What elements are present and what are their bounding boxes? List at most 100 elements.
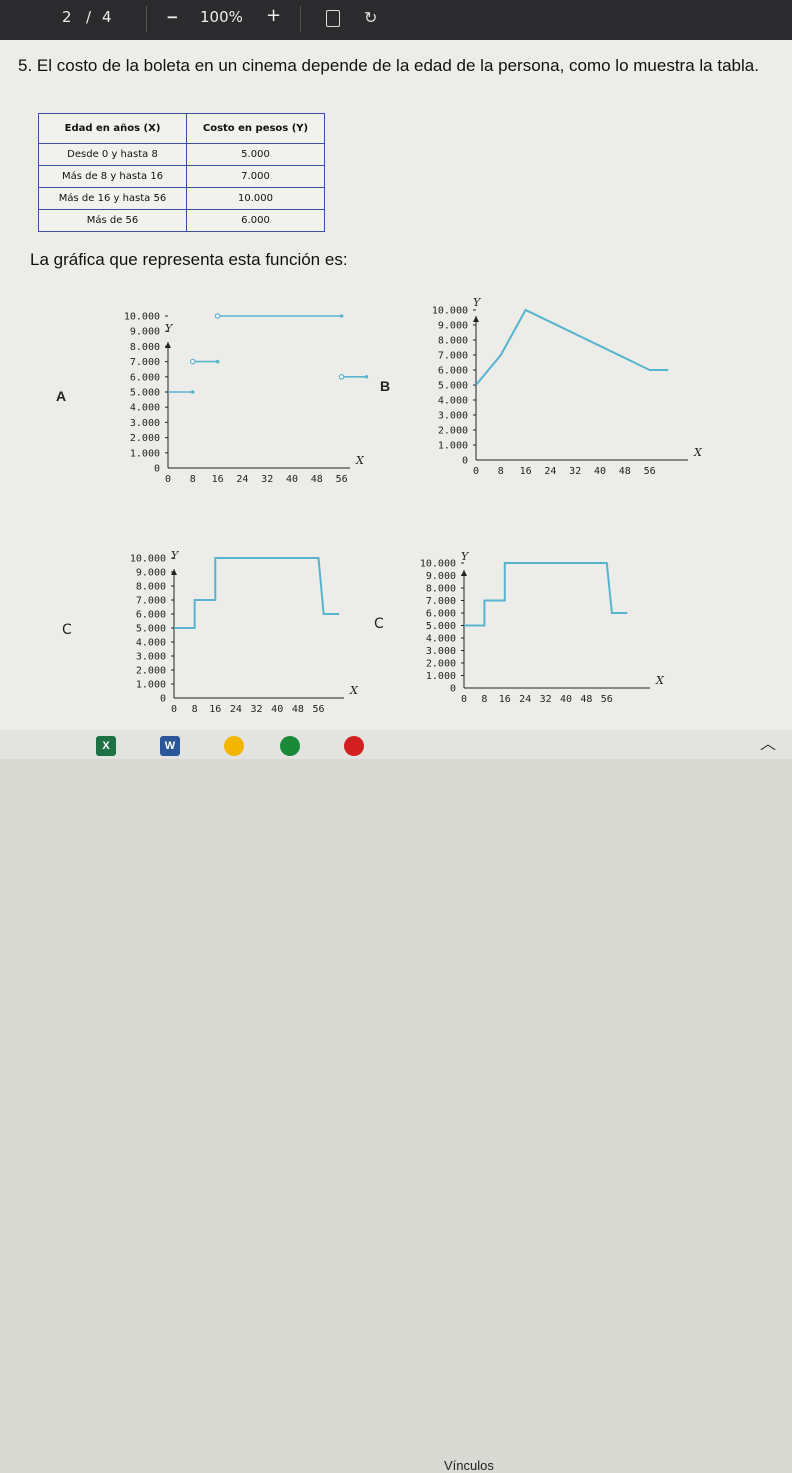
x-tick-label: 32 bbox=[540, 694, 552, 705]
y-tick-label: 8.000 bbox=[130, 342, 160, 353]
question-text: 5. El costo de la boleta en un cinema de… bbox=[18, 56, 759, 75]
x-tick-label: 32 bbox=[569, 466, 581, 477]
taskbar: X W Vínculos ︿ bbox=[0, 730, 792, 1473]
page-current[interactable]: 2 bbox=[62, 8, 72, 26]
x-tick-label: 40 bbox=[271, 704, 283, 715]
y-tick-label: 4.000 bbox=[426, 634, 456, 645]
x-tick-label: 16 bbox=[209, 704, 221, 715]
zoom-in-button[interactable]: + bbox=[266, 5, 281, 26]
x-tick-label: 8 bbox=[190, 474, 196, 485]
toolbar-divider bbox=[146, 6, 147, 32]
x-tick-label: 0 bbox=[165, 474, 171, 485]
x-tick-label: 0 bbox=[171, 704, 177, 715]
y-axis-label: Y bbox=[171, 549, 180, 562]
x-tick-label: 56 bbox=[312, 704, 324, 715]
y-axis-label: Y bbox=[473, 296, 482, 309]
y-tick-label: 1.000 bbox=[130, 448, 160, 459]
toolbar-divider bbox=[300, 6, 301, 32]
y-tick-label: 5.000 bbox=[438, 381, 468, 392]
series-line bbox=[464, 562, 628, 627]
zoom-out-button[interactable]: − bbox=[166, 8, 179, 26]
x-tick-label: 8 bbox=[192, 704, 198, 715]
y-tick-label: 2.000 bbox=[426, 659, 456, 670]
x-axis-label: X bbox=[355, 454, 365, 467]
option-c-label: C bbox=[62, 622, 72, 638]
x-tick-label: 8 bbox=[481, 694, 487, 705]
graph-option-a: X Y 0 1.000 2.000 3.000 4.000 5.000 6.000 7.000 8.… bbox=[124, 312, 369, 485]
x-tick-label: 16 bbox=[212, 474, 224, 485]
y-tick-label: 0 bbox=[450, 684, 456, 695]
y-tick-label: 4.000 bbox=[136, 638, 166, 649]
x-tick-label: 56 bbox=[336, 474, 348, 485]
table-cell: 10.000 bbox=[186, 187, 325, 210]
open-point bbox=[338, 374, 345, 380]
y-tick-label: 4.000 bbox=[438, 396, 468, 407]
document-page: 5. El costo de la boleta en un cinema de… bbox=[0, 40, 792, 730]
x-tick-label: 0 bbox=[473, 466, 479, 477]
y-tick-label: 6.000 bbox=[130, 372, 160, 383]
y-tick-label: 7.000 bbox=[136, 596, 166, 607]
browser-icon[interactable] bbox=[280, 736, 300, 756]
y-tick-label: 7.000 bbox=[130, 357, 160, 368]
opera-icon[interactable] bbox=[344, 736, 364, 756]
y-tick-label: 5.000 bbox=[136, 624, 166, 635]
links-toolbar-label[interactable]: Vínculos bbox=[444, 1458, 494, 1473]
x-tick-label: 8 bbox=[498, 466, 504, 477]
y-axis-arrow-icon bbox=[165, 342, 171, 348]
x-axis-label: X bbox=[349, 684, 359, 697]
y-tick-label: 1.000 bbox=[438, 441, 468, 452]
y-tick-label: 9.000 bbox=[136, 568, 166, 579]
y-axis-label: Y bbox=[461, 550, 470, 563]
table-row: Más de 8 y hasta 16 7.000 bbox=[38, 165, 325, 188]
y-tick-label: 3.000 bbox=[136, 652, 166, 663]
x-tick-label: 40 bbox=[594, 466, 606, 477]
y-tick-label: 3.000 bbox=[438, 411, 468, 422]
x-tick-label: 56 bbox=[601, 694, 613, 705]
y-tick-label: 3.000 bbox=[426, 646, 456, 657]
closed-point bbox=[339, 314, 344, 318]
x-tick-label: 16 bbox=[499, 694, 511, 705]
y-tick-label: 7.000 bbox=[438, 351, 468, 362]
y-tick-label: 3.000 bbox=[130, 418, 160, 429]
graph-option-b: X Y 0 1.000 2.000 3.000 4.000 5.000 6.000 7.000 8.… bbox=[432, 296, 703, 477]
pdf-viewer-toolbar: 2 / 4 − 100% + ↻ bbox=[0, 0, 792, 40]
x-tick-label: 24 bbox=[230, 704, 242, 715]
open-point bbox=[214, 313, 221, 319]
y-tick-label: 0 bbox=[160, 694, 166, 705]
table-cell: 6.000 bbox=[186, 209, 325, 232]
y-tick-label: 0 bbox=[462, 456, 468, 467]
table-cell: 5.000 bbox=[186, 143, 325, 166]
table-cell: 7.000 bbox=[186, 165, 325, 188]
y-tick-label: 2.000 bbox=[438, 426, 468, 437]
x-tick-label: 24 bbox=[519, 694, 531, 705]
y-tick-label: 9.000 bbox=[130, 327, 160, 338]
table-header-row: Edad en años (X) Costo en pesos (Y) bbox=[38, 113, 325, 144]
chevron-up-icon[interactable]: ︿ bbox=[760, 730, 776, 754]
y-tick-label: 9.000 bbox=[438, 321, 468, 332]
y-tick-label: 9.000 bbox=[426, 571, 456, 582]
y-tick-label: 5.000 bbox=[426, 621, 456, 632]
table-row: Más de 56 6.000 bbox=[38, 209, 325, 232]
table-row: Más de 16 y hasta 56 10.000 bbox=[38, 187, 325, 210]
rotate-icon[interactable]: ↻ bbox=[364, 8, 377, 27]
table-header: Edad en años (X) bbox=[38, 113, 187, 144]
option-c-second-label: C bbox=[374, 616, 384, 632]
y-tick-label: 8.000 bbox=[426, 584, 456, 595]
x-tick-label: 40 bbox=[560, 694, 572, 705]
y-tick-label: 8.000 bbox=[136, 582, 166, 593]
y-axis-arrow-icon bbox=[473, 316, 479, 322]
y-tick-label: 1.000 bbox=[136, 680, 166, 691]
y-tick-label: 10.000 bbox=[420, 559, 456, 570]
graph-option-c-second: X Y 0 1.0002.000 3.0004.000 5.0006.000 7.0008.… bbox=[420, 550, 665, 705]
zoom-level[interactable]: 100% bbox=[200, 8, 243, 26]
x-tick-label: 48 bbox=[619, 466, 631, 477]
chrome-icon[interactable] bbox=[224, 736, 244, 756]
y-tick-label: 10.000 bbox=[130, 554, 166, 565]
fit-page-icon[interactable] bbox=[326, 10, 340, 27]
word-icon[interactable]: W bbox=[160, 736, 180, 756]
table-header: Costo en pesos (Y) bbox=[186, 113, 325, 144]
excel-icon[interactable]: X bbox=[96, 736, 116, 756]
y-tick-label: 2.000 bbox=[130, 433, 160, 444]
series-line bbox=[475, 308, 669, 386]
x-axis-label: X bbox=[693, 446, 703, 459]
